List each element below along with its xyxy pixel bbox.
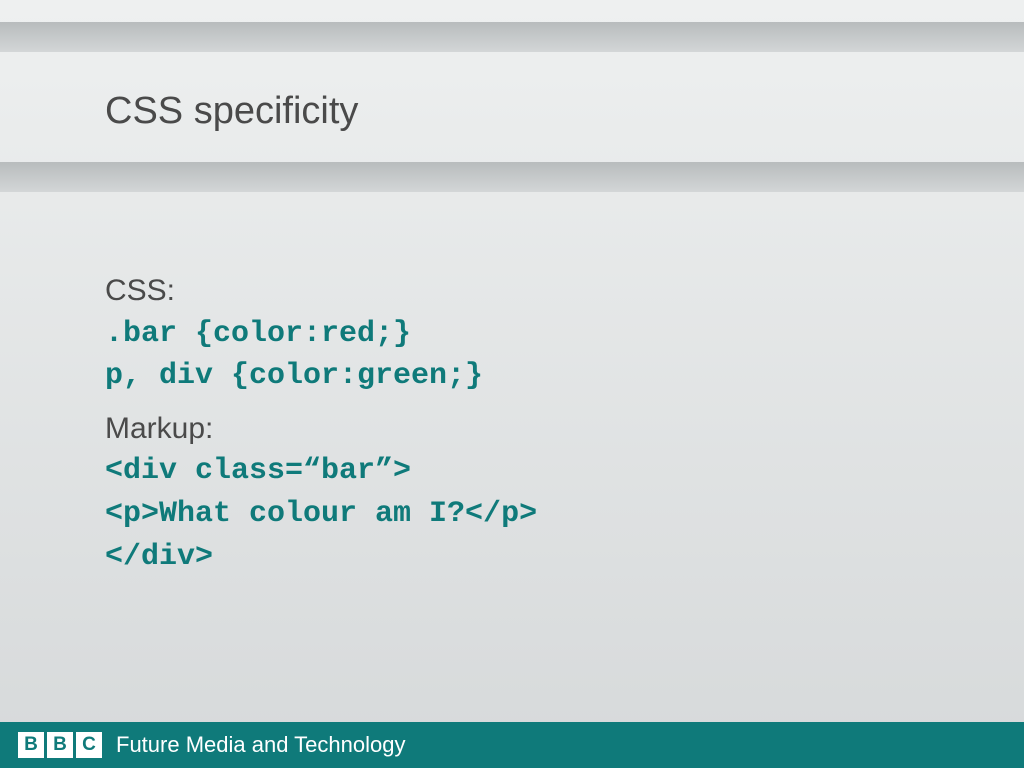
css-code-line-1: .bar {color:red;} bbox=[105, 313, 944, 356]
markup-code-line-3: </div> bbox=[105, 536, 944, 579]
logo-letter-c: C bbox=[76, 732, 102, 758]
footer-bar: B B C Future Media and Technology bbox=[0, 722, 1024, 768]
mid-accent-bar bbox=[0, 162, 1024, 192]
css-label: CSS: bbox=[105, 270, 944, 313]
footer-text: Future Media and Technology bbox=[116, 732, 405, 758]
css-code-line-2: p, div {color:green;} bbox=[105, 355, 944, 398]
slide-title: CSS specificity bbox=[105, 90, 358, 133]
slide: CSS specificity CSS: .bar {color:red;} p… bbox=[0, 0, 1024, 768]
markup-code-line-2: <p>What colour am I?</p> bbox=[105, 493, 944, 536]
slide-content: CSS: .bar {color:red;} p, div {color:gre… bbox=[105, 270, 944, 578]
markup-code-line-1: <div class=“bar”> bbox=[105, 450, 944, 493]
logo-letter-b2: B bbox=[47, 732, 73, 758]
bbc-logo: B B C bbox=[18, 732, 102, 758]
logo-letter-b1: B bbox=[18, 732, 44, 758]
top-accent-bar bbox=[0, 22, 1024, 52]
markup-label: Markup: bbox=[105, 408, 944, 451]
